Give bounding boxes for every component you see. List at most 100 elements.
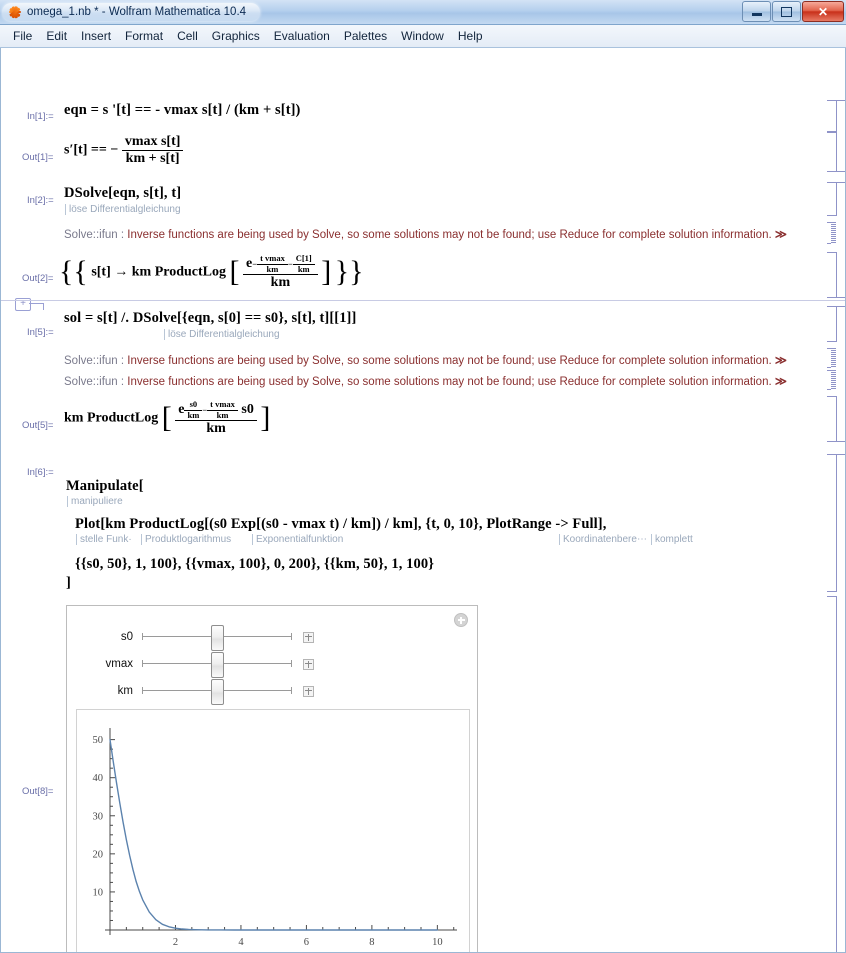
menu-evaluation[interactable]: Evaluation <box>267 27 337 45</box>
cell-in6-hint-exp: Exponentialfunktion <box>252 534 343 545</box>
svg-text:40: 40 <box>93 773 104 784</box>
slider-thumb-km[interactable] <box>211 679 224 705</box>
out2-open-braces: {{ <box>59 255 88 289</box>
cell-out5-expression: km ProductLog [ e s0 km − t vmax km s0 km ] <box>64 399 271 437</box>
message-solve-ifun-1: Solve::ifun : Inverse functions are bein… <box>64 227 787 241</box>
mathematica-spikey-icon <box>8 5 21 19</box>
message-expand-3[interactable]: ≫ <box>775 376 787 388</box>
menu-format[interactable]: Format <box>118 27 170 45</box>
out5-open-bracket: [ <box>161 401 172 435</box>
plus-box-icon-vmax[interactable] <box>303 658 314 670</box>
out2-numerator: e− t vmax km − C[1] km <box>243 253 318 276</box>
close-button[interactable]: ✕ <box>802 1 844 22</box>
cell-out1-label: Out[1]= <box>22 152 54 163</box>
out2-close-braces: }} <box>334 255 364 289</box>
menu-window[interactable]: Window <box>394 27 451 45</box>
cell-in6-line3[interactable]: {{s0, 50}, 1, 100}, {{vmax, 100}, 0, 200… <box>75 556 434 573</box>
out2-denominator: km <box>270 275 291 291</box>
control-label-vmax: vmax <box>105 658 133 670</box>
menu-palettes[interactable]: Palettes <box>337 27 394 45</box>
svg-text:2: 2 <box>173 937 178 948</box>
cell-out8-label: Out[8]= <box>22 786 54 797</box>
out5-num-tail: s0 <box>241 402 254 418</box>
maximize-button[interactable] <box>772 1 801 22</box>
menu-graphics[interactable]: Graphics <box>205 27 267 45</box>
slider-vmax[interactable] <box>142 652 292 678</box>
out2-exp2-num: C[1] <box>292 253 315 265</box>
out5-exp1-den: km <box>187 409 200 420</box>
cell-bracket-in6[interactable] <box>827 454 837 592</box>
minimize-button[interactable] <box>742 1 771 22</box>
out2-exp2-den: km <box>297 263 310 274</box>
cell-bracket-message-1[interactable] <box>827 222 836 244</box>
cell-in1-code[interactable]: eqn = s '[t] == - vmax s[t] / (km + s[t]… <box>64 102 301 119</box>
cell-bracket-in1[interactable] <box>827 100 837 132</box>
slider-thumb-vmax[interactable] <box>211 652 224 678</box>
mathematica-window: omega_1.nb * - Wolfram Mathematica 10.4 … <box>0 0 846 953</box>
cell-in6-line2[interactable]: Plot[km ProductLog[(s0 Exp[(s0 - vmax t)… <box>75 516 606 533</box>
cell-in2-hint: löse Differentialgleichung <box>65 204 181 215</box>
cell-bracket-out1[interactable] <box>827 132 837 172</box>
notebook-area[interactable]: In[1]:= eqn = s '[t] == - vmax s[t] / (k… <box>0 48 846 953</box>
menu-edit[interactable]: Edit <box>39 27 74 45</box>
cell-in6-label: In[6]:= <box>27 467 54 478</box>
menu-help[interactable]: Help <box>451 27 490 45</box>
svg-text:10: 10 <box>432 937 443 948</box>
cell-bracket-out2[interactable] <box>827 252 837 298</box>
out5-lhs: km ProductLog <box>64 410 159 426</box>
cell-group-bracket-1[interactable] <box>837 100 845 172</box>
cell-bracket-out8[interactable] <box>827 596 837 952</box>
cell-in6-line1[interactable]: Manipulate[ <box>66 478 144 495</box>
menu-bar: File Edit Insert Format Cell Graphics Ev… <box>0 25 846 48</box>
out5-denominator: km <box>206 421 226 437</box>
svg-text:20: 20 <box>93 849 104 860</box>
message-text-3: Inverse functions are being used by Solv… <box>127 376 772 388</box>
cell-out2-label: Out[2]= <box>22 273 54 284</box>
svg-text:8: 8 <box>369 937 374 948</box>
control-row-km: km <box>89 679 314 705</box>
message-expand-1[interactable]: ≫ <box>775 229 787 241</box>
plot-output[interactable]: 2 4 6 8 10 10 20 30 40 50 <box>76 709 470 952</box>
plus-box-icon-km[interactable] <box>303 685 314 697</box>
message-name-2: Solve::ifun : <box>64 355 125 367</box>
message-expand-2[interactable]: ≫ <box>775 355 787 367</box>
out2-open-bracket: [ <box>229 255 240 289</box>
cell-bracket-message-3[interactable] <box>827 370 836 390</box>
cell-bracket-out5[interactable] <box>827 396 837 442</box>
out1-numerator: vmax s[t] <box>121 134 184 151</box>
cell-in5-hint: löse Differentialgleichung <box>164 329 280 340</box>
cell-bracket-in2[interactable] <box>827 182 837 216</box>
menu-insert[interactable]: Insert <box>74 27 118 45</box>
cell-in5-code[interactable]: sol = s[t] /. DSolve[{eqn, s[0] == s0}, … <box>64 310 356 327</box>
slider-thumb-s0[interactable] <box>211 625 224 651</box>
slider-s0[interactable] <box>142 625 292 651</box>
out5-exp-term-2: t vmax km <box>207 399 238 420</box>
close-icon: ✕ <box>817 4 829 19</box>
manipulate-controls: s0 vmax km <box>67 606 477 705</box>
svg-text:50: 50 <box>93 735 104 746</box>
control-label-s0: s0 <box>120 631 133 643</box>
out5-close-bracket: ] <box>260 401 271 435</box>
cell-in6-line4[interactable]: ] <box>66 575 71 592</box>
cell-in2-code[interactable]: DSolve[eqn, s[t], t] <box>64 185 181 202</box>
out1-lhs: s′[t] == − <box>64 142 119 158</box>
slider-km[interactable] <box>142 679 292 705</box>
out5-exp2-num: t vmax <box>207 399 238 411</box>
window-controls: ✕ <box>742 1 844 22</box>
out2-exp-term-2: C[1] km <box>292 253 315 274</box>
cell-out2-expression: {{ s[t] → km ProductLog [ e− t vmax km − C[1… <box>59 253 364 291</box>
manipulate-panel[interactable]: s0 vmax km 2 4 6 8 10 10 20 30 40 50 <box>66 605 478 952</box>
cell-bracket-message-2[interactable] <box>827 348 836 368</box>
cell-group-bracket-4[interactable] <box>837 454 845 952</box>
cell-group-bracket-2[interactable] <box>837 182 845 298</box>
slider-cap-left-km <box>142 687 143 694</box>
title-bar-label-group: omega_1.nb * - Wolfram Mathematica 10.4 <box>2 3 261 21</box>
notebook-canvas[interactable]: In[1]:= eqn = s '[t] == - vmax s[t] / (k… <box>1 48 845 952</box>
plus-box-icon-s0[interactable] <box>303 631 314 643</box>
cell-group-bracket-3[interactable] <box>837 306 845 442</box>
menu-cell[interactable]: Cell <box>170 27 205 45</box>
menu-file[interactable]: File <box>6 27 39 45</box>
cell-bracket-in5[interactable] <box>827 306 837 342</box>
out2-close-bracket: ] <box>321 255 332 289</box>
cell-in1-label: In[1]:= <box>27 111 54 122</box>
